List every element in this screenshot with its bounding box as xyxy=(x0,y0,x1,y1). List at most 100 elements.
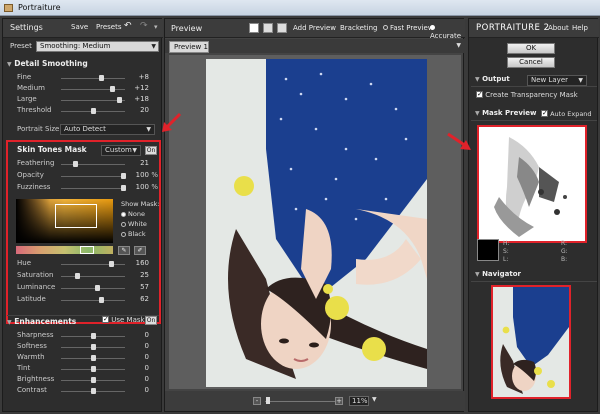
show-mask-black-radio[interactable]: Black xyxy=(121,230,146,238)
enh-tint-row-slider-knob[interactable] xyxy=(91,366,96,372)
enh-sharpness-row-slider-knob[interactable] xyxy=(91,333,96,339)
preview-tabs: Preview 1 ▼ xyxy=(165,39,465,53)
skin-fuzziness-row-value[interactable]: 100 xyxy=(127,183,149,191)
skin-saturation-row-value[interactable]: 25 xyxy=(127,271,149,279)
use-mask-checkbox[interactable]: Use Mask xyxy=(102,315,145,324)
enh-softness-row-slider-knob[interactable] xyxy=(91,344,96,350)
skin-fuzziness-row-slider[interactable] xyxy=(61,188,125,189)
skin-saturation-row-slider[interactable] xyxy=(61,276,125,277)
detail-threshold-row-value[interactable]: 20 xyxy=(127,106,149,114)
enh-brightness-row-slider-knob[interactable] xyxy=(91,377,96,383)
enh-warmth-row-slider-knob[interactable] xyxy=(91,355,96,361)
enh-tint-row-value[interactable]: 0 xyxy=(127,364,149,372)
output-panel: PORTRAITURE 2 About Help OK Cancel ▼ Out… xyxy=(468,18,599,412)
skin-luminance-row-slider-knob[interactable] xyxy=(95,285,101,291)
auto-expand-checkbox[interactable]: Auto Expand xyxy=(541,109,592,118)
skin-hue-row-slider[interactable] xyxy=(61,264,125,265)
zoom-dropdown-icon[interactable]: ▼ xyxy=(372,396,377,403)
detail-fine-row-slider-knob[interactable] xyxy=(98,75,104,81)
detail-threshold-row-slider-knob[interactable] xyxy=(91,108,96,114)
skin-opacity-row-slider-knob[interactable] xyxy=(121,173,127,179)
zoom-value[interactable]: 11% xyxy=(349,396,369,406)
skin-latitude-row-slider-knob[interactable] xyxy=(98,297,104,303)
navigator-view[interactable] xyxy=(491,285,571,399)
undo-icon[interactable]: ↶ xyxy=(124,21,132,31)
hue-range-bar[interactable] xyxy=(16,246,113,254)
tab-preview-1[interactable]: Preview 1 xyxy=(169,41,209,53)
show-mask-white-radio[interactable]: White xyxy=(121,220,147,228)
accurate-radio[interactable]: Accurate xyxy=(430,24,465,40)
skin-hue-row-slider-knob[interactable] xyxy=(108,261,114,267)
red-arrow-right-icon xyxy=(447,132,471,150)
radio-dot xyxy=(121,212,126,217)
skin-luminance-row-value[interactable]: 57 xyxy=(127,283,149,291)
fast-preview-radio[interactable]: Fast Preview xyxy=(383,24,434,32)
history-dropdown-icon[interactable]: ▾ xyxy=(154,23,158,31)
detail-fine-row-slider[interactable] xyxy=(61,78,125,79)
single-view-icon[interactable] xyxy=(249,23,259,33)
hue-selection-box[interactable] xyxy=(80,246,94,254)
detail-medium-row-value[interactable]: +12 xyxy=(127,84,149,92)
detail-medium-row-slider-knob[interactable] xyxy=(110,86,116,92)
preset-select[interactable]: Smoothing: Medium ▼ xyxy=(36,41,159,52)
skin-mode-select[interactable]: Custom ▼ xyxy=(101,145,141,156)
skin-feathering-row-slider-knob[interactable] xyxy=(73,161,79,167)
ok-button[interactable]: OK xyxy=(507,43,555,54)
detail-large-row-slider[interactable] xyxy=(61,100,125,101)
skin-feathering-row-slider[interactable] xyxy=(61,164,125,165)
zoom-slider[interactable] xyxy=(265,401,335,402)
detail-fine-row-value[interactable]: +8 xyxy=(127,73,149,81)
skin-luminance-row-slider[interactable] xyxy=(61,288,125,289)
tab-dropdown-icon[interactable]: ▼ xyxy=(456,42,461,49)
save-button[interactable]: Save xyxy=(71,23,88,31)
detail-large-row-value[interactable]: +18 xyxy=(127,95,149,103)
output-select[interactable]: New Layer ▼ xyxy=(527,75,587,86)
skin-fuzziness-row-slider-knob[interactable] xyxy=(121,185,127,191)
eyedropper-plus-icon[interactable]: ✐ xyxy=(134,246,146,255)
portrait-size-select[interactable]: Auto Detect ▼ xyxy=(60,124,155,135)
radio-label: Black xyxy=(128,230,146,238)
cancel-button[interactable]: Cancel xyxy=(507,57,555,68)
skin-hue-row-value[interactable]: 160 xyxy=(127,259,149,267)
enh-softness-row-value[interactable]: 0 xyxy=(127,342,149,350)
detail-large-row-slider-knob[interactable] xyxy=(116,97,122,103)
enhancements-on-button[interactable]: On xyxy=(145,316,157,325)
skin-latitude-row-value[interactable]: 62 xyxy=(127,295,149,303)
skin-opacity-row-value[interactable]: 100 xyxy=(127,171,149,179)
eyedropper-icon[interactable]: ✎ xyxy=(118,246,130,255)
zoom-slider-knob[interactable] xyxy=(266,397,270,404)
split-vertical-icon[interactable] xyxy=(277,23,287,33)
skin-color-picker[interactable] xyxy=(16,199,113,243)
detail-smoothing-header[interactable]: ▼ Detail Smoothing xyxy=(7,59,159,71)
skin-feathering-row-value[interactable]: 21 xyxy=(127,159,149,167)
preview-panel: Preview Add Preview Bracketing Fast Prev… xyxy=(164,18,465,412)
navigator-header[interactable]: ▼ Navigator xyxy=(471,270,597,282)
enh-brightness-row-value[interactable]: 0 xyxy=(127,375,149,383)
enh-sharpness-row-value[interactable]: 0 xyxy=(127,331,149,339)
help-button[interactable]: Help xyxy=(572,24,588,32)
red-arrow-left-icon xyxy=(162,112,182,132)
zoom-out-button[interactable]: - xyxy=(253,397,261,405)
skin-latitude-row-slider[interactable] xyxy=(61,300,125,301)
detail-medium-row-slider[interactable] xyxy=(61,89,125,90)
skin-saturation-row-slider-knob[interactable] xyxy=(75,273,80,279)
create-transparency-mask-checkbox[interactable]: Create Transparency Mask xyxy=(476,90,578,99)
skin-opacity-row-label: Opacity xyxy=(17,171,44,179)
split-horizontal-icon[interactable] xyxy=(263,23,273,33)
presets-button[interactable]: Presets xyxy=(96,23,121,31)
skin-opacity-row-slider[interactable] xyxy=(61,176,125,177)
preview-toolbar: Preview Add Preview Bracketing Fast Prev… xyxy=(165,19,465,40)
zoom-in-button[interactable]: + xyxy=(335,397,343,405)
enh-warmth-row-value[interactable]: 0 xyxy=(127,353,149,361)
show-mask-none-radio[interactable]: None xyxy=(121,210,145,218)
enh-contrast-row-value[interactable]: 0 xyxy=(127,386,149,394)
skin-mask-on-button[interactable]: On xyxy=(145,146,157,155)
enh-contrast-row-slider-knob[interactable] xyxy=(91,388,96,394)
redo-icon[interactable]: ↷ xyxy=(140,21,148,31)
add-preview-button[interactable]: Add Preview xyxy=(293,24,336,32)
bracketing-button[interactable]: Bracketing xyxy=(340,24,378,32)
chevron-down-icon: ▼ xyxy=(578,77,583,84)
image-canvas[interactable] xyxy=(169,55,461,389)
about-button[interactable]: About xyxy=(548,24,569,32)
color-selection-box[interactable] xyxy=(55,204,97,228)
